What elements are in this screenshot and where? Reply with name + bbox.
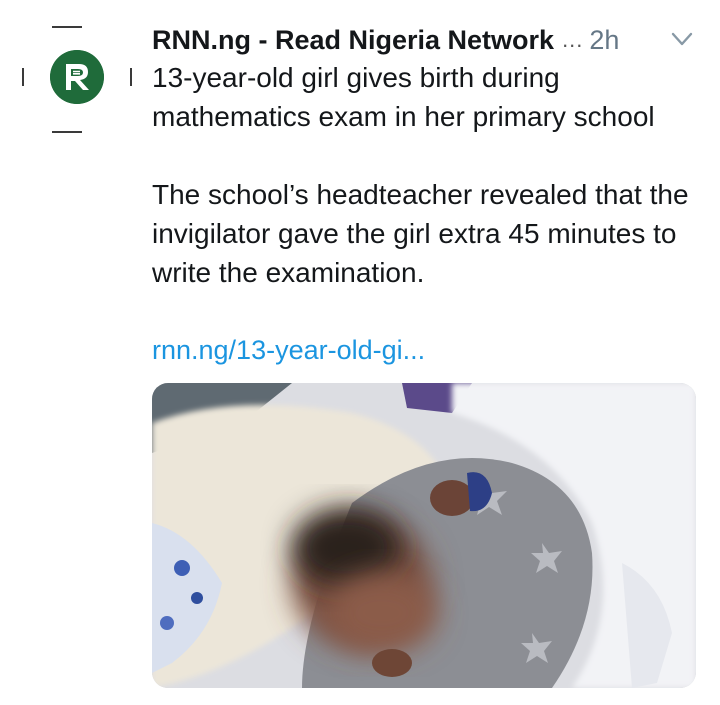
- tweet-timestamp[interactable]: 2h: [589, 25, 619, 56]
- avatar-frame-right: [130, 68, 132, 86]
- avatar-frame-top: [52, 26, 82, 28]
- article-link[interactable]: rnn.ng/13-year-old-gi...: [152, 335, 425, 366]
- tweet-body-paragraph: The school’s headteacher revealed that t…: [152, 179, 689, 288]
- avatar-frame-left: [22, 68, 24, 86]
- tweet-headline: 13-year-old girl gives birth during math…: [152, 62, 655, 132]
- chevron-down-icon[interactable]: [667, 26, 697, 52]
- tweet-header: RNN.ng - Read Nigeria Network ... 2h: [152, 22, 697, 58]
- tweet-text: 13-year-old girl gives birth during math…: [152, 58, 697, 292]
- avatar[interactable]: [50, 50, 104, 104]
- rnn-logo-icon: [50, 50, 104, 104]
- name-truncation-indicator: ...: [562, 27, 584, 52]
- tweet-photo[interactable]: [152, 383, 696, 688]
- newborn-photo-image: [152, 383, 696, 688]
- author-name[interactable]: RNN.ng - Read Nigeria Network: [152, 25, 554, 56]
- avatar-frame-bottom: [52, 131, 82, 133]
